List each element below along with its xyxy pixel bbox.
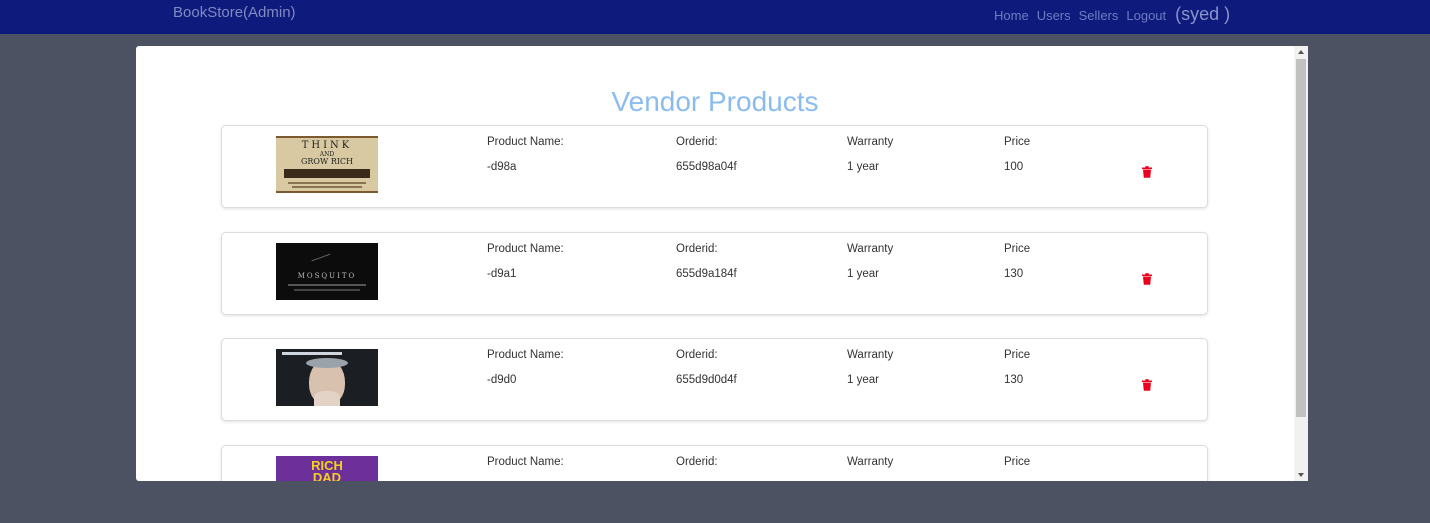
cover-decoration xyxy=(288,284,366,286)
product-card: THINK AND GROW RICH Product Name: Orderi… xyxy=(221,125,1208,208)
warranty-value: 1 year xyxy=(847,374,879,386)
trash-icon[interactable] xyxy=(1141,273,1153,285)
scroll-up-arrow-icon[interactable] xyxy=(1298,50,1304,54)
product-name-label: Product Name: xyxy=(487,136,564,148)
cover-decoration xyxy=(292,186,362,188)
orderid-value: 655d9d0d4f xyxy=(676,374,737,386)
product-name-label: Product Name: xyxy=(487,243,564,255)
product-name-value: -d9d0 xyxy=(487,374,517,386)
trash-icon[interactable] xyxy=(1141,379,1153,391)
orderid-label: Orderid: xyxy=(676,456,718,468)
cover-decoration xyxy=(288,182,366,184)
nav-sellers-link[interactable]: Sellers xyxy=(1079,8,1119,23)
product-name-value: -d98a xyxy=(487,161,517,173)
page-title: Vendor Products xyxy=(611,86,819,117)
product-name-label: Product Name: xyxy=(487,349,564,361)
warranty-value: 1 year xyxy=(847,268,879,280)
panel-scrollbar[interactable] xyxy=(1294,46,1308,481)
nav-logout-link[interactable]: Logout xyxy=(1126,8,1166,23)
price-label: Price xyxy=(1004,456,1031,468)
trash-icon[interactable] xyxy=(1141,166,1153,178)
warranty-label: Warranty xyxy=(847,243,894,255)
scroll-down-arrow-icon[interactable] xyxy=(1298,473,1304,477)
price-value: 130 xyxy=(1004,268,1024,280)
book-cover-image: RICH DAD xyxy=(276,456,378,481)
cover-decoration xyxy=(294,289,360,291)
product-name-label: Product Name: xyxy=(487,456,564,468)
warranty-label: Warranty xyxy=(847,349,894,361)
top-navbar: BookStore(Admin) Home Users Sellers Logo… xyxy=(0,0,1430,34)
product-card: MOSQUITO Product Name: Orderid: Warranty… xyxy=(221,232,1208,315)
price-label: Price xyxy=(1004,243,1031,255)
cover-hands-shape xyxy=(314,391,340,406)
cover-decoration xyxy=(282,352,342,355)
brand-link[interactable]: BookStore(Admin) xyxy=(173,4,296,21)
cover-title-line: MOSQUITO xyxy=(297,272,357,280)
book-cover-image: MOSQUITO xyxy=(276,243,378,300)
orderid-label: Orderid: xyxy=(676,349,718,361)
price-label: Price xyxy=(1004,136,1031,148)
vendor-products-panel: Vendor Products THINK AND GROW RICH Prod… xyxy=(136,46,1308,481)
nav-users-link[interactable]: Users xyxy=(1037,8,1071,23)
product-card: Product Name: Orderid: Warranty Price -d… xyxy=(221,338,1208,421)
current-user-label: (syed ) xyxy=(1175,4,1231,24)
price-value: 130 xyxy=(1004,374,1024,386)
warranty-value: 1 year xyxy=(847,161,879,173)
orderid-label: Orderid: xyxy=(676,243,718,255)
product-card: RICH DAD Product Name: Orderid: Warranty… xyxy=(221,445,1208,481)
cover-hair-shape xyxy=(306,358,348,368)
cover-title-line: GROW RICH xyxy=(300,157,354,166)
price-label: Price xyxy=(1004,349,1031,361)
scroll-thumb[interactable] xyxy=(1296,59,1306,417)
warranty-label: Warranty xyxy=(847,136,894,148)
nav-home-link[interactable]: Home xyxy=(994,8,1029,23)
warranty-label: Warranty xyxy=(847,456,894,468)
book-cover-image: THINK AND GROW RICH xyxy=(276,136,378,193)
price-value: 100 xyxy=(1004,161,1024,173)
orderid-value: 655d98a04f xyxy=(676,161,737,173)
nav-links: Home Users Sellers Logout (syed ) xyxy=(994,4,1230,26)
cover-title-line: THINK xyxy=(301,140,353,151)
cover-decoration xyxy=(284,169,370,178)
product-name-value: -d9a1 xyxy=(487,268,517,280)
cover-title-line: DAD xyxy=(312,470,342,481)
orderid-label: Orderid: xyxy=(676,136,718,148)
orderid-value: 655d9a184f xyxy=(676,268,737,280)
cover-decoration xyxy=(311,253,331,262)
book-cover-image xyxy=(276,349,378,406)
